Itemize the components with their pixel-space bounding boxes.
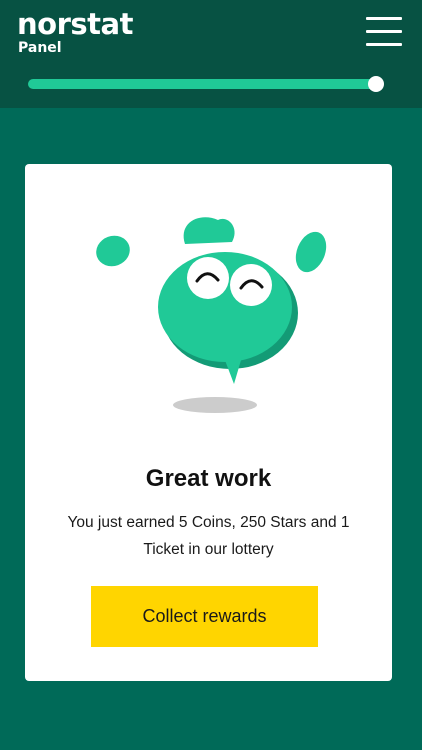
reward-card: Great work You just earned 5 Coins, 250 … xyxy=(25,164,392,681)
reward-message: You just earned 5 Coins, 250 Stars and 1… xyxy=(67,514,350,558)
app-header: norstat Panel xyxy=(0,0,422,108)
survey-progress-bar xyxy=(28,76,385,92)
collect-rewards-button[interactable]: Collect rewards xyxy=(91,586,318,647)
logo-wordmark: norstat xyxy=(17,7,133,41)
progress-knob xyxy=(368,76,385,92)
progress-fill xyxy=(28,79,377,89)
hamburger-menu-icon[interactable] xyxy=(362,12,406,50)
logo-subtitle: Panel xyxy=(18,40,62,56)
card-title: Great work xyxy=(145,465,272,492)
mascot-illustration xyxy=(96,217,327,413)
